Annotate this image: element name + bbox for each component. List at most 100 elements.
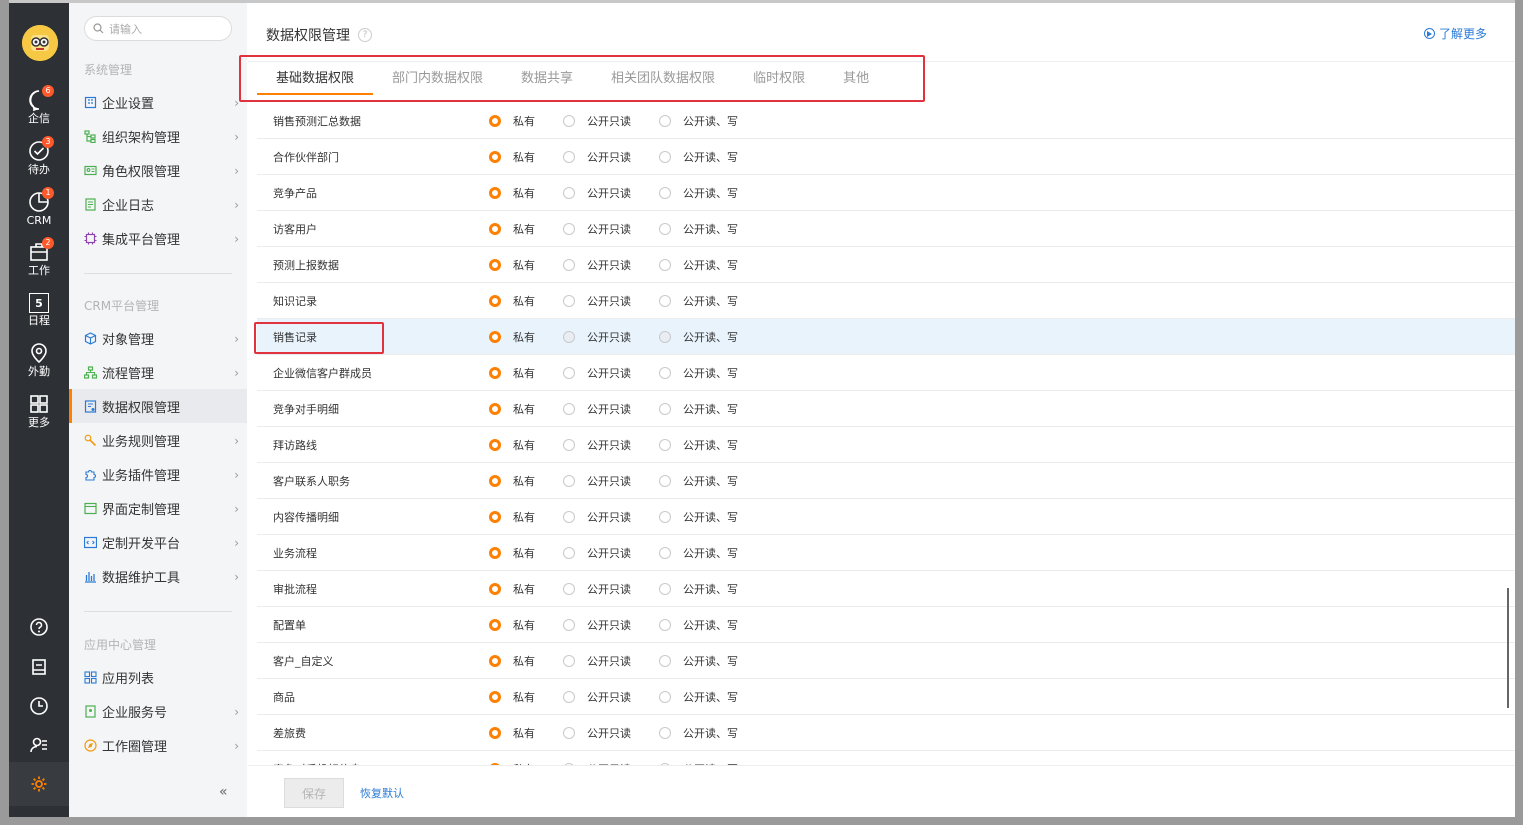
radio-unselected-icon[interactable] xyxy=(563,114,575,127)
radio-unselected-icon[interactable] xyxy=(563,438,575,451)
radio-unselected-icon[interactable] xyxy=(563,150,575,163)
rail-item-more[interactable]: 更多 xyxy=(9,393,69,429)
radio-unselected-icon[interactable] xyxy=(659,654,671,667)
radio-unselected-icon[interactable] xyxy=(563,330,575,343)
radio-public-read-write[interactable]: 公开读、写 xyxy=(659,473,738,489)
radio-unselected-icon[interactable] xyxy=(563,222,575,235)
radio-selected-icon[interactable] xyxy=(489,186,501,199)
radio-selected-icon[interactable] xyxy=(489,150,501,163)
radio-unselected-icon[interactable] xyxy=(563,474,575,487)
radio-private[interactable]: 私有 xyxy=(489,113,535,129)
menu-item-integration-platform[interactable]: 集成平台管理 › xyxy=(69,221,247,255)
radio-unselected-icon[interactable] xyxy=(563,690,575,703)
radio-public-read-write[interactable]: 公开读、写 xyxy=(659,617,738,633)
radio-selected-icon[interactable] xyxy=(489,546,501,559)
radio-public-read[interactable]: 公开只读 xyxy=(563,653,631,669)
radio-selected-icon[interactable] xyxy=(489,474,501,487)
radio-unselected-icon[interactable] xyxy=(659,510,671,523)
menu-item-object-management[interactable]: 对象管理 › xyxy=(69,321,247,355)
radio-public-read-write[interactable]: 公开读、写 xyxy=(659,185,738,201)
search-input[interactable]: 请输入 xyxy=(84,16,232,41)
menu-item-service-account[interactable]: 企业服务号 › xyxy=(69,694,247,728)
radio-unselected-icon[interactable] xyxy=(563,618,575,631)
radio-selected-icon[interactable] xyxy=(489,294,501,307)
radio-public-read-write[interactable]: 公开读、写 xyxy=(659,113,738,129)
radio-selected-icon[interactable] xyxy=(489,510,501,523)
radio-public-read-write[interactable]: 公开读、写 xyxy=(659,149,738,165)
notes-button[interactable] xyxy=(9,657,69,677)
radio-selected-icon[interactable] xyxy=(489,618,501,631)
radio-unselected-icon[interactable] xyxy=(659,690,671,703)
radio-private[interactable]: 私有 xyxy=(489,437,535,453)
radio-public-read-write[interactable]: 公开读、写 xyxy=(659,689,738,705)
radio-private[interactable]: 私有 xyxy=(489,185,535,201)
radio-public-read[interactable]: 公开只读 xyxy=(563,725,631,741)
radio-public-read-write[interactable]: 公开读、写 xyxy=(659,725,738,741)
radio-public-read[interactable]: 公开只读 xyxy=(563,617,631,633)
radio-public-read[interactable]: 公开只读 xyxy=(563,329,631,345)
scrollbar[interactable] xyxy=(1507,588,1509,708)
radio-public-read[interactable]: 公开只读 xyxy=(563,365,631,381)
rail-item-work[interactable]: 2 工作 xyxy=(9,237,69,277)
radio-unselected-icon[interactable] xyxy=(659,618,671,631)
radio-public-read-write[interactable]: 公开读、写 xyxy=(659,329,738,345)
menu-item-app-list[interactable]: 应用列表 xyxy=(69,660,247,694)
collapse-menu-button[interactable]: « xyxy=(219,784,228,800)
menu-item-enterprise-log[interactable]: 企业日志 › xyxy=(69,187,247,221)
radio-unselected-icon[interactable] xyxy=(659,438,671,451)
radio-public-read[interactable]: 公开只读 xyxy=(563,581,631,597)
menu-item-work-circle[interactable]: 工作圈管理 › xyxy=(69,728,247,762)
radio-private[interactable]: 私有 xyxy=(489,689,535,705)
radio-unselected-icon[interactable] xyxy=(659,150,671,163)
radio-unselected-icon[interactable] xyxy=(563,186,575,199)
radio-selected-icon[interactable] xyxy=(489,726,501,739)
radio-public-read[interactable]: 公开只读 xyxy=(563,293,631,309)
radio-unselected-icon[interactable] xyxy=(563,654,575,667)
radio-selected-icon[interactable] xyxy=(489,366,501,379)
radio-unselected-icon[interactable] xyxy=(659,186,671,199)
menu-item-flow-management[interactable]: 流程管理 › xyxy=(69,355,247,389)
radio-public-read[interactable]: 公开只读 xyxy=(563,689,631,705)
save-button[interactable]: 保存 xyxy=(284,778,344,808)
radio-unselected-icon[interactable] xyxy=(659,474,671,487)
radio-private[interactable]: 私有 xyxy=(489,545,535,561)
radio-private[interactable]: 私有 xyxy=(489,329,535,345)
menu-item-enterprise-settings[interactable]: 企业设置 › xyxy=(69,85,247,119)
radio-private[interactable]: 私有 xyxy=(489,617,535,633)
radio-unselected-icon[interactable] xyxy=(659,258,671,271)
radio-private[interactable]: 私有 xyxy=(489,221,535,237)
radio-public-read[interactable]: 公开只读 xyxy=(563,221,631,237)
radio-public-read-write[interactable]: 公开读、写 xyxy=(659,257,738,273)
radio-public-read[interactable]: 公开只读 xyxy=(563,401,631,417)
menu-item-data-maintenance[interactable]: 数据维护工具 › xyxy=(69,559,247,593)
menu-item-business-rules[interactable]: 业务规则管理 › xyxy=(69,423,247,457)
radio-public-read[interactable]: 公开只读 xyxy=(563,437,631,453)
radio-unselected-icon[interactable] xyxy=(563,546,575,559)
radio-unselected-icon[interactable] xyxy=(659,114,671,127)
radio-selected-icon[interactable] xyxy=(489,330,501,343)
radio-selected-icon[interactable] xyxy=(489,402,501,415)
radio-unselected-icon[interactable] xyxy=(563,726,575,739)
reset-default-link[interactable]: 恢复默认 xyxy=(360,785,404,801)
radio-private[interactable]: 私有 xyxy=(489,365,535,381)
radio-private[interactable]: 私有 xyxy=(489,509,535,525)
menu-item-custom-dev-platform[interactable]: 定制开发平台 › xyxy=(69,525,247,559)
radio-unselected-icon[interactable] xyxy=(659,222,671,235)
radio-public-read-write[interactable]: 公开读、写 xyxy=(659,509,738,525)
radio-selected-icon[interactable] xyxy=(489,582,501,595)
radio-unselected-icon[interactable] xyxy=(563,402,575,415)
menu-item-org-structure[interactable]: 组织架构管理 › xyxy=(69,119,247,153)
radio-private[interactable]: 私有 xyxy=(489,725,535,741)
radio-public-read[interactable]: 公开只读 xyxy=(563,257,631,273)
radio-unselected-icon[interactable] xyxy=(659,294,671,307)
help-button[interactable] xyxy=(9,617,69,637)
radio-public-read[interactable]: 公开只读 xyxy=(563,473,631,489)
radio-public-read-write[interactable]: 公开读、写 xyxy=(659,401,738,417)
radio-unselected-icon[interactable] xyxy=(563,510,575,523)
rail-item-todo[interactable]: 3 待办 xyxy=(9,136,69,176)
radio-public-read-write[interactable]: 公开读、写 xyxy=(659,437,738,453)
history-button[interactable] xyxy=(9,696,69,716)
menu-item-data-permission[interactable]: 数据权限管理 xyxy=(69,389,247,423)
radio-public-read[interactable]: 公开只读 xyxy=(563,545,631,561)
contacts-button[interactable] xyxy=(9,735,69,755)
